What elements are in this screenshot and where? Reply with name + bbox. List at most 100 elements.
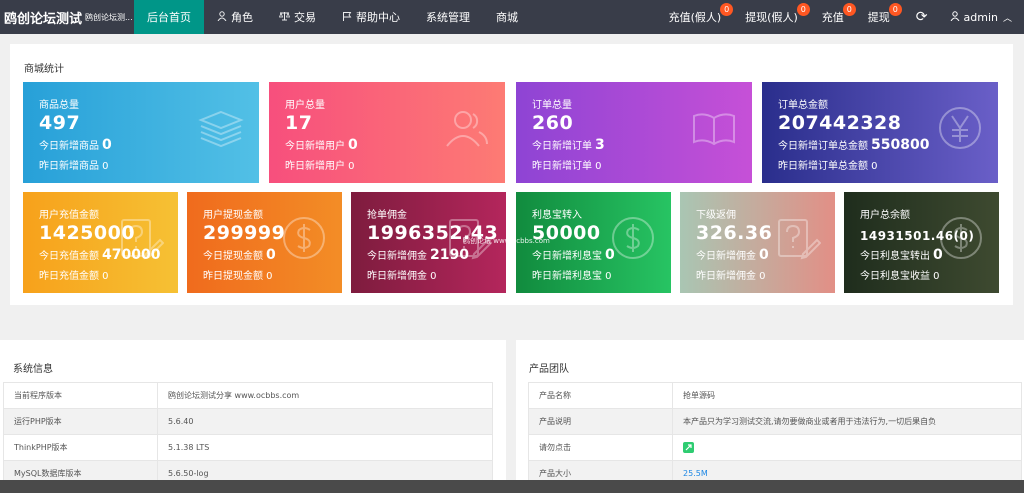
stat-today: 今日利息宝转出 0	[860, 247, 943, 263]
table-row: 产品说明 本产品只为学习测试交流,请勿要做商业或者用于违法行为,一切后果自负	[528, 408, 1022, 435]
stat-value: 326.36	[696, 222, 773, 244]
dollar-icon	[280, 214, 328, 262]
book-icon	[690, 104, 738, 152]
stat-today-value: 0	[102, 137, 112, 153]
recharge-badge: 0	[842, 3, 856, 16]
stat-card[interactable]: 订单总金额 207442328 今日新增订单总金额 550800 昨日新增订单总金额 0	[762, 82, 998, 183]
stat-card[interactable]: 用户总余额 14931501.46(0) 今日利息宝转出 0 今日利息宝收益 0	[844, 192, 999, 293]
refresh-icon[interactable]: ⟳	[902, 0, 942, 34]
withdraw-badge: 0	[888, 3, 902, 16]
recharge-button[interactable]: 充值 0	[810, 0, 856, 34]
bottom-scrollbar[interactable]	[0, 480, 1024, 493]
stat-value: 497	[39, 112, 81, 134]
system-info-panel: 系统信息 当前程序版本 鸥创论坛测试分享 www.ocbbs.com 运行PHP版…	[0, 340, 506, 493]
table-value: 抢单源码	[672, 382, 1022, 409]
stat-today-label: 今日新增商品	[39, 141, 99, 152]
stat-yesterday: 昨日新增商品 0	[39, 161, 109, 172]
header-right: 充值(假人) 0 提现(假人) 0 充值 0 提现 0 ⟳ admin ︿	[657, 0, 1024, 34]
stat-today-label: 今日充值金额	[39, 251, 99, 262]
system-info-table: 当前程序版本 鸥创论坛测试分享 www.ocbbs.com 运行PHP版本 5.6.…	[3, 382, 493, 487]
user-name: admin	[963, 10, 998, 24]
nav-trade[interactable]: 交易	[266, 0, 329, 34]
nav-help[interactable]: 帮助中心	[329, 0, 413, 34]
withdraw-button[interactable]: 提现 0	[856, 0, 902, 34]
brand-title: 鸥创论坛测试	[4, 11, 83, 27]
user-icon	[950, 10, 960, 24]
table-key: ThinkPHP版本	[3, 434, 158, 461]
stat-label: 用户总余额	[860, 210, 910, 221]
stat-value: 299999	[203, 222, 286, 244]
product-size-link[interactable]: 25.5M	[683, 469, 708, 478]
stat-yesterday: 昨日新增订单 0	[532, 161, 602, 172]
withdraw-fake-label: 提现(假人)	[745, 11, 798, 24]
stat-label: 用户总量	[285, 100, 325, 111]
nav-trade-label: 交易	[294, 11, 316, 24]
edit-icon	[773, 214, 822, 262]
user-menu[interactable]: admin ︿	[942, 0, 1024, 34]
stat-today-value: 0	[266, 247, 276, 263]
withdraw-label: 提现	[867, 11, 890, 24]
stat-today: 今日新增订单 3	[532, 137, 605, 153]
nav-roles-label: 角色	[231, 11, 253, 24]
stat-card[interactable]: 下级返佣 326.36 今日新增佣金 0 昨日新增佣金 0	[680, 192, 835, 293]
link-icon[interactable]	[683, 442, 694, 453]
table-key: 请勿点击	[528, 434, 673, 461]
user-icon	[217, 10, 227, 24]
stat-today-label: 今日新增佣金	[696, 251, 756, 262]
stat-today-label: 今日新增订单总金额	[778, 141, 868, 152]
stat-today: 今日新增利息宝 0	[532, 247, 615, 263]
table-value: 本产品只为学习测试交流,请勿要做商业或者用于违法行为,一切后果自负	[672, 408, 1022, 435]
nav-mall[interactable]: 商城	[483, 0, 531, 34]
brand[interactable]: 鸥创论坛测试 鸥创论坛测...	[0, 0, 134, 34]
table-value	[672, 434, 1022, 461]
stat-today-value: 0	[759, 247, 769, 263]
stat-label: 抢单佣金	[367, 210, 407, 221]
stat-card[interactable]: 用户提现金额 299999 今日提现金额 0 昨日提现金额 0	[187, 192, 342, 293]
stat-card[interactable]: 订单总量 260 今日新增订单 3 昨日新增订单 0	[516, 82, 752, 183]
stat-yesterday: 昨日新增订单总金额 0	[778, 161, 878, 172]
table-key: 运行PHP版本	[3, 408, 158, 435]
stat-card[interactable]: 用户总量 17 今日新增用户 0 昨日新增用户 0	[269, 82, 505, 183]
table-value: 鸥创论坛测试分享 www.ocbbs.com	[157, 382, 493, 409]
table-row: 产品名称 抢单源码	[528, 382, 1022, 409]
stat-value: 17	[285, 112, 313, 134]
table-row: 当前程序版本 鸥创论坛测试分享 www.ocbbs.com	[3, 382, 493, 409]
product-team-table: 产品名称 抢单源码 产品说明 本产品只为学习测试交流,请勿要做商业或者用于违法行为,…	[528, 382, 1022, 487]
nav-home[interactable]: 后台首页	[134, 0, 204, 34]
dollar-icon	[609, 214, 657, 262]
stat-today: 今日提现金额 0	[203, 247, 276, 263]
panel-title: 商城统计	[24, 64, 64, 75]
product-team-title: 产品团队	[529, 364, 569, 375]
stat-label: 订单总量	[532, 100, 572, 111]
stat-card[interactable]: 用户充值金额 1425000 今日充值金额 470000 昨日充值金额 0	[23, 192, 178, 293]
brand-subtitle: 鸥创论坛测...	[85, 12, 133, 22]
top-navbar: 鸥创论坛测试 鸥创论坛测... 后台首页 角色 交易 帮助中心 系统管理 商城 …	[0, 0, 1024, 34]
stat-value: 207442328	[778, 112, 902, 134]
stat-label: 下级返佣	[696, 210, 736, 221]
nav-help-label: 帮助中心	[356, 11, 400, 24]
nav-roles[interactable]: 角色	[204, 0, 266, 34]
stat-yesterday: 昨日提现金额 0	[203, 271, 273, 282]
withdraw-fake-button[interactable]: 提现(假人) 0	[733, 0, 810, 34]
stat-today-value: 550800	[871, 137, 930, 153]
yen-icon	[936, 104, 984, 152]
stat-yesterday: 今日利息宝收益 0	[860, 271, 940, 282]
table-value: 5.6.40	[157, 408, 493, 435]
stat-today-value: 3	[595, 137, 605, 153]
stat-today-label: 今日新增佣金	[367, 251, 427, 262]
stat-today: 今日新增用户 0	[285, 137, 358, 153]
main-nav: 后台首页 角色 交易 帮助中心 系统管理 商城	[134, 0, 531, 34]
stat-today-label: 今日利息宝转出	[860, 251, 930, 262]
stat-yesterday: 昨日充值金额 0	[39, 271, 109, 282]
table-row: 请勿点击	[528, 434, 1022, 461]
nav-system[interactable]: 系统管理	[413, 0, 483, 34]
stat-today-label: 今日新增利息宝	[532, 251, 602, 262]
users-icon	[443, 104, 491, 152]
recharge-fake-button[interactable]: 充值(假人) 0	[657, 0, 734, 34]
stat-card[interactable]: 商品总量 497 今日新增商品 0 昨日新增商品 0	[23, 82, 259, 183]
dollar-icon	[937, 214, 985, 262]
mall-stats-panel: 商城统计 商品总量 497 今日新增商品 0 昨日新增商品 0 用户总量 17 今日新增用户 0…	[10, 44, 1013, 305]
table-key: 当前程序版本	[3, 382, 158, 409]
nav-system-label: 系统管理	[426, 11, 470, 24]
stat-today-label: 今日新增用户	[285, 141, 345, 152]
